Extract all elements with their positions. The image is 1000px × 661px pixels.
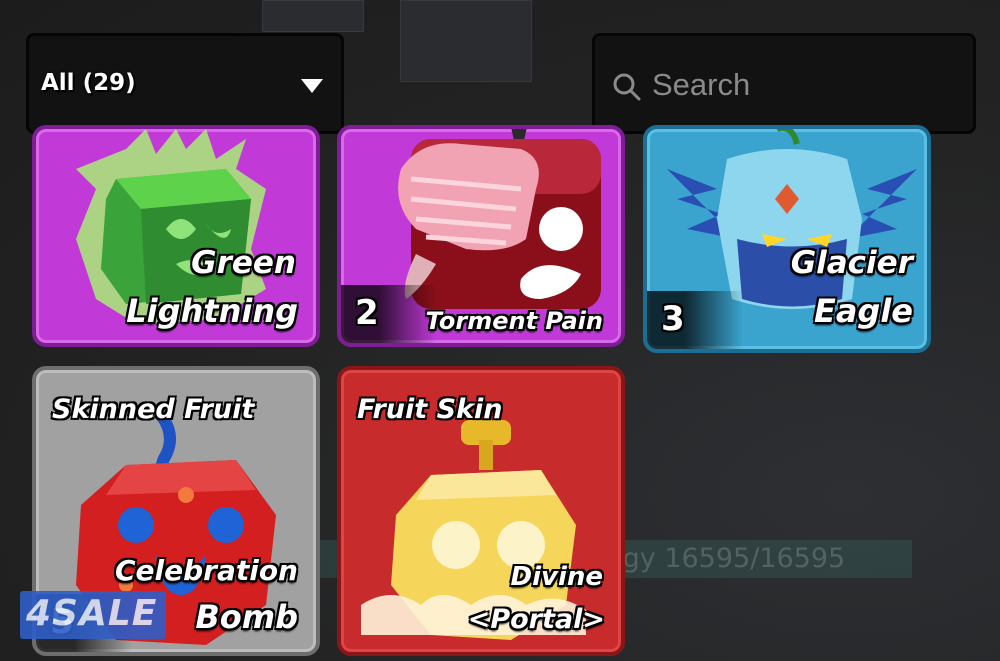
filter-dropdown[interactable]: All (29) xyxy=(26,33,344,134)
card-name-line1: Glacier xyxy=(790,245,913,281)
card-name-line2: Eagle xyxy=(813,292,913,330)
card-name: Torment Pain xyxy=(425,307,603,335)
watermark-logo: 4SALE xyxy=(20,591,166,639)
skin-type-label: Fruit Skin xyxy=(357,394,503,425)
fruit-card-torment-pain[interactable]: 2 Torment Pain xyxy=(337,125,625,347)
card-name-line1: Green xyxy=(191,245,296,281)
fruit-card-divine-portal[interactable]: Fruit Skin Divine <Portal> xyxy=(337,366,625,656)
fruit-card-green-lightning[interactable]: Green Lightning xyxy=(32,125,320,347)
card-name-line2: Lightning xyxy=(126,292,298,330)
filter-label: All (29) xyxy=(41,70,136,96)
skin-type-label: Skinned Fruit xyxy=(52,394,255,425)
card-name-line2: Bomb xyxy=(195,598,298,636)
background-window xyxy=(262,0,364,32)
fruit-card-glacier-eagle[interactable]: Glacier 3 Eagle xyxy=(643,125,931,353)
search-input[interactable] xyxy=(650,62,954,108)
card-name-line2: <Portal> xyxy=(467,604,605,635)
search-icon xyxy=(612,72,642,106)
item-count-badge: 2 xyxy=(341,285,437,343)
card-name-line1: Divine xyxy=(510,562,604,592)
search-box[interactable] xyxy=(592,33,976,134)
item-count: 2 xyxy=(355,293,379,333)
item-count: 3 xyxy=(661,299,685,339)
caret-down-icon xyxy=(301,79,323,93)
background-energy-text: rgy 16595/16595 xyxy=(612,543,846,574)
card-name-line1: Celebration xyxy=(114,554,298,587)
watermark-text: 4SALE xyxy=(26,593,158,634)
item-count-badge: 3 xyxy=(647,291,743,349)
background-window xyxy=(400,0,532,82)
